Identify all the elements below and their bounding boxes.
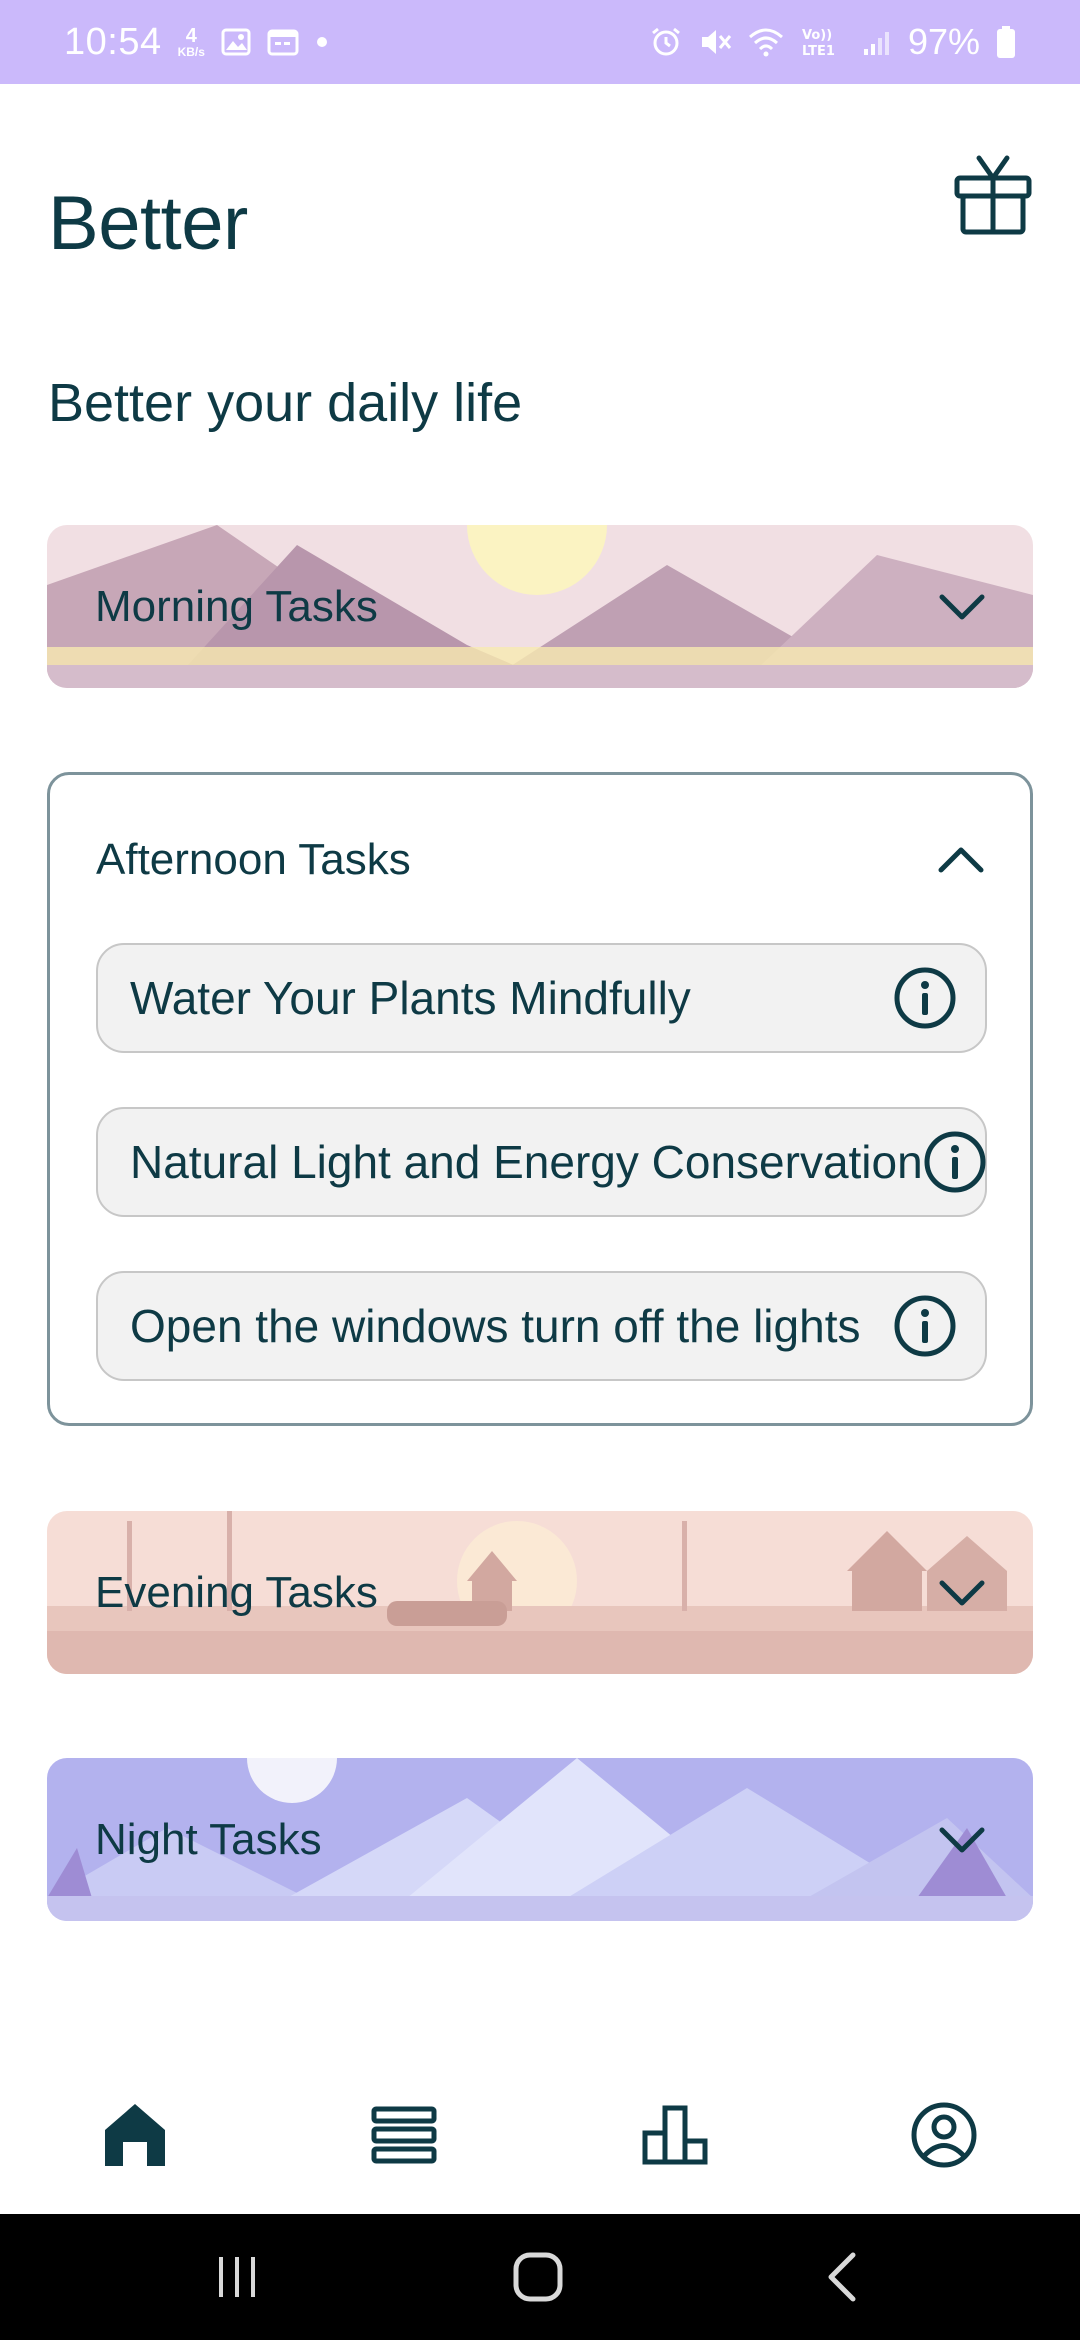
task-item[interactable]: Water Your Plants Mindfully — [96, 943, 987, 1053]
morning-tasks-card[interactable]: Morning Tasks — [47, 525, 1033, 688]
nav-profile[interactable] — [899, 2090, 989, 2180]
status-time: 10:54 — [64, 20, 162, 63]
system-navigation-bar — [0, 2214, 1080, 2340]
notification-dot-icon — [315, 35, 329, 49]
battery-icon — [996, 25, 1016, 59]
home-system-button[interactable] — [503, 2244, 573, 2310]
app-title: Better — [48, 181, 248, 266]
info-icon[interactable] — [893, 966, 957, 1030]
battery-percent: 97% — [907, 21, 980, 62]
chevron-down-icon — [939, 1580, 985, 1605]
nav-leaderboard[interactable] — [630, 2090, 720, 2180]
morning-tasks-label: Morning Tasks — [95, 581, 378, 631]
signal-icon — [862, 27, 892, 57]
back-icon — [828, 2252, 856, 2302]
network-speed-value: 4 — [185, 25, 197, 47]
back-button[interactable] — [806, 2244, 876, 2310]
chevron-down-icon — [939, 1827, 985, 1852]
chevron-down-icon — [939, 594, 985, 619]
task-item-label: Natural Light and Energy Conservation — [130, 1136, 923, 1188]
task-item[interactable]: Natural Light and Energy Conservation — [96, 1107, 987, 1217]
volte-icon: Vo)) LTE1 — [800, 26, 846, 58]
mute-icon — [698, 26, 732, 58]
svg-text:Vo)): Vo)) — [802, 28, 832, 43]
gift-button[interactable] — [950, 150, 1036, 240]
svg-text:LTE1: LTE1 — [802, 44, 835, 58]
gallery-icon — [221, 28, 251, 56]
home-icon — [105, 2104, 165, 2166]
page-subtitle: Better your daily life — [48, 373, 523, 433]
chevron-up-icon — [938, 847, 984, 873]
profile-icon — [911, 2102, 977, 2168]
evening-tasks-label: Evening Tasks — [95, 1567, 378, 1617]
task-item-label: Water Your Plants Mindfully — [130, 972, 691, 1024]
list-icon — [371, 2106, 437, 2164]
afternoon-tasks-header[interactable]: Afternoon Tasks — [50, 775, 1030, 945]
task-item-label: Open the windows turn off the lights — [130, 1300, 861, 1352]
night-tasks-card[interactable]: Night Tasks — [47, 1758, 1033, 1921]
status-right: Vo)) LTE1 97% — [650, 21, 1016, 63]
gift-icon — [954, 155, 1032, 235]
alarm-icon — [650, 26, 682, 58]
recents-button[interactable] — [202, 2244, 272, 2310]
status-bar: 10:54 4 KB/s Vo)) LTE1 97% — [0, 0, 1080, 84]
night-tasks-label: Night Tasks — [95, 1814, 322, 1864]
network-speed-unit: KB/s — [177, 45, 205, 59]
recents-icon — [219, 2257, 255, 2297]
bottom-navigation — [0, 2060, 1080, 2214]
nav-list[interactable] — [359, 2090, 449, 2180]
calendar-icon — [267, 28, 299, 56]
leaderboard-icon — [642, 2105, 708, 2165]
evening-tasks-card[interactable]: Evening Tasks — [47, 1511, 1033, 1674]
home-square-icon — [513, 2252, 563, 2302]
nav-home[interactable] — [90, 2090, 180, 2180]
info-icon[interactable] — [923, 1130, 987, 1194]
status-left: 10:54 4 KB/s — [64, 21, 329, 64]
wifi-icon — [748, 27, 784, 57]
network-speed: 4 KB/s — [178, 26, 205, 58]
afternoon-tasks-label: Afternoon Tasks — [96, 835, 411, 884]
info-icon[interactable] — [893, 1294, 957, 1358]
afternoon-tasks-card: Afternoon Tasks Water Your Plants Mindfu… — [47, 772, 1033, 1426]
task-item[interactable]: Open the windows turn off the lights — [96, 1271, 987, 1381]
